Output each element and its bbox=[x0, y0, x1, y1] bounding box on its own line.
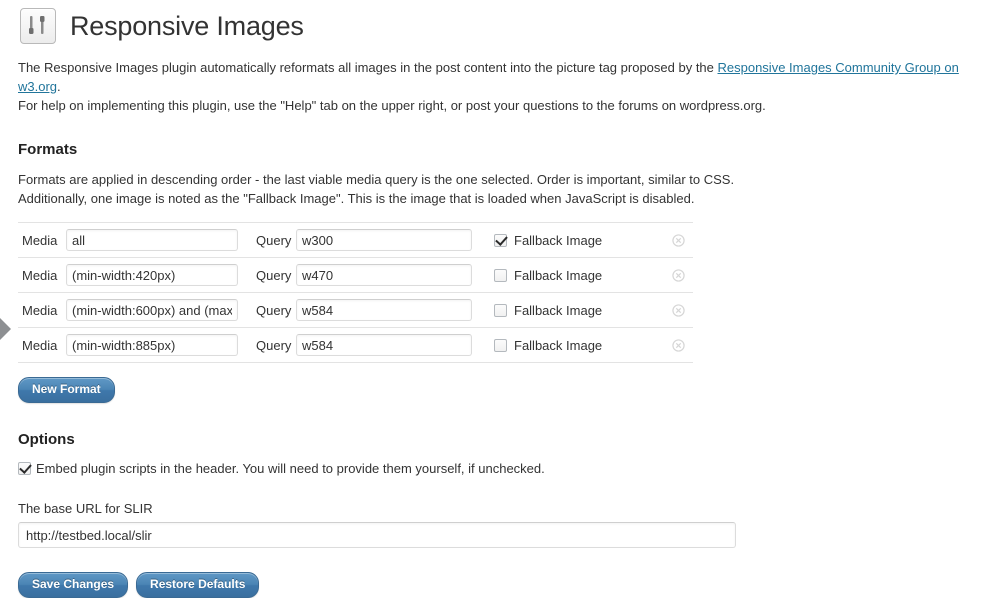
intro-line-2: For help on implementing this plugin, us… bbox=[18, 98, 766, 113]
media-input[interactable] bbox=[66, 264, 238, 286]
circle-x-icon[interactable] bbox=[672, 234, 685, 247]
delete-cell bbox=[672, 269, 693, 282]
media-label: Media bbox=[18, 268, 66, 283]
new-format-button[interactable]: New Format bbox=[18, 377, 115, 403]
left-edge-pointer bbox=[0, 318, 11, 340]
fallback-checkbox[interactable] bbox=[494, 339, 507, 352]
media-input[interactable] bbox=[66, 334, 238, 356]
page-header: Responsive Images bbox=[18, 0, 982, 46]
formats-heading: Formats bbox=[18, 141, 982, 158]
delete-cell bbox=[672, 339, 693, 352]
intro-text-after-link: . bbox=[57, 79, 61, 94]
sliders-icon bbox=[20, 8, 56, 44]
fallback-label: Fallback Image bbox=[514, 233, 602, 248]
table-row: Media Query Fallback Image bbox=[18, 293, 693, 328]
restore-defaults-button[interactable]: Restore Defaults bbox=[136, 572, 259, 598]
query-label: Query bbox=[252, 338, 296, 353]
query-label: Query bbox=[252, 268, 296, 283]
query-label: Query bbox=[252, 233, 296, 248]
media-input[interactable] bbox=[66, 299, 238, 321]
embed-scripts-label: Embed plugin scripts in the header. You … bbox=[36, 461, 545, 476]
formats-table: Media Query Fallback Image Media Query bbox=[18, 222, 693, 363]
form-actions: Save Changes Restore Defaults bbox=[18, 572, 982, 598]
embed-scripts-option: Embed plugin scripts in the header. You … bbox=[18, 461, 982, 476]
table-row: Media Query Fallback Image bbox=[18, 328, 693, 363]
fallback-label: Fallback Image bbox=[514, 338, 602, 353]
fallback-cell: Fallback Image bbox=[494, 233, 644, 248]
settings-page: Responsive Images The Responsive Images … bbox=[18, 0, 982, 598]
circle-x-icon[interactable] bbox=[672, 269, 685, 282]
formats-description-line-2: Additionally, one image is noted as the … bbox=[18, 191, 694, 206]
delete-cell bbox=[672, 234, 693, 247]
save-changes-button[interactable]: Save Changes bbox=[18, 572, 128, 598]
formats-description-line-1: Formats are applied in descending order … bbox=[18, 172, 734, 187]
formats-description: Formats are applied in descending order … bbox=[18, 170, 982, 208]
options-heading: Options bbox=[18, 431, 982, 448]
table-row: Media Query Fallback Image bbox=[18, 223, 693, 258]
fallback-checkbox[interactable] bbox=[494, 234, 507, 247]
base-url-input[interactable] bbox=[18, 522, 736, 548]
media-label: Media bbox=[18, 303, 66, 318]
embed-scripts-checkbox[interactable] bbox=[18, 462, 31, 475]
fallback-label: Fallback Image bbox=[514, 303, 602, 318]
page-title: Responsive Images bbox=[70, 10, 304, 42]
base-url-label: The base URL for SLIR bbox=[18, 501, 982, 516]
media-label: Media bbox=[18, 233, 66, 248]
query-input[interactable] bbox=[296, 264, 472, 286]
query-label: Query bbox=[252, 303, 296, 318]
query-input[interactable] bbox=[296, 299, 472, 321]
intro-paragraph: The Responsive Images plugin automatical… bbox=[18, 58, 982, 115]
fallback-checkbox[interactable] bbox=[494, 269, 507, 282]
delete-cell bbox=[672, 304, 693, 317]
media-label: Media bbox=[18, 338, 66, 353]
fallback-checkbox[interactable] bbox=[494, 304, 507, 317]
media-input[interactable] bbox=[66, 229, 238, 251]
circle-x-icon[interactable] bbox=[672, 339, 685, 352]
circle-x-icon[interactable] bbox=[672, 304, 685, 317]
query-input[interactable] bbox=[296, 229, 472, 251]
fallback-cell: Fallback Image bbox=[494, 338, 644, 353]
fallback-cell: Fallback Image bbox=[494, 303, 644, 318]
fallback-label: Fallback Image bbox=[514, 268, 602, 283]
table-row: Media Query Fallback Image bbox=[18, 258, 693, 293]
query-input[interactable] bbox=[296, 334, 472, 356]
intro-text-before-link: The Responsive Images plugin automatical… bbox=[18, 60, 718, 75]
fallback-cell: Fallback Image bbox=[494, 268, 644, 283]
